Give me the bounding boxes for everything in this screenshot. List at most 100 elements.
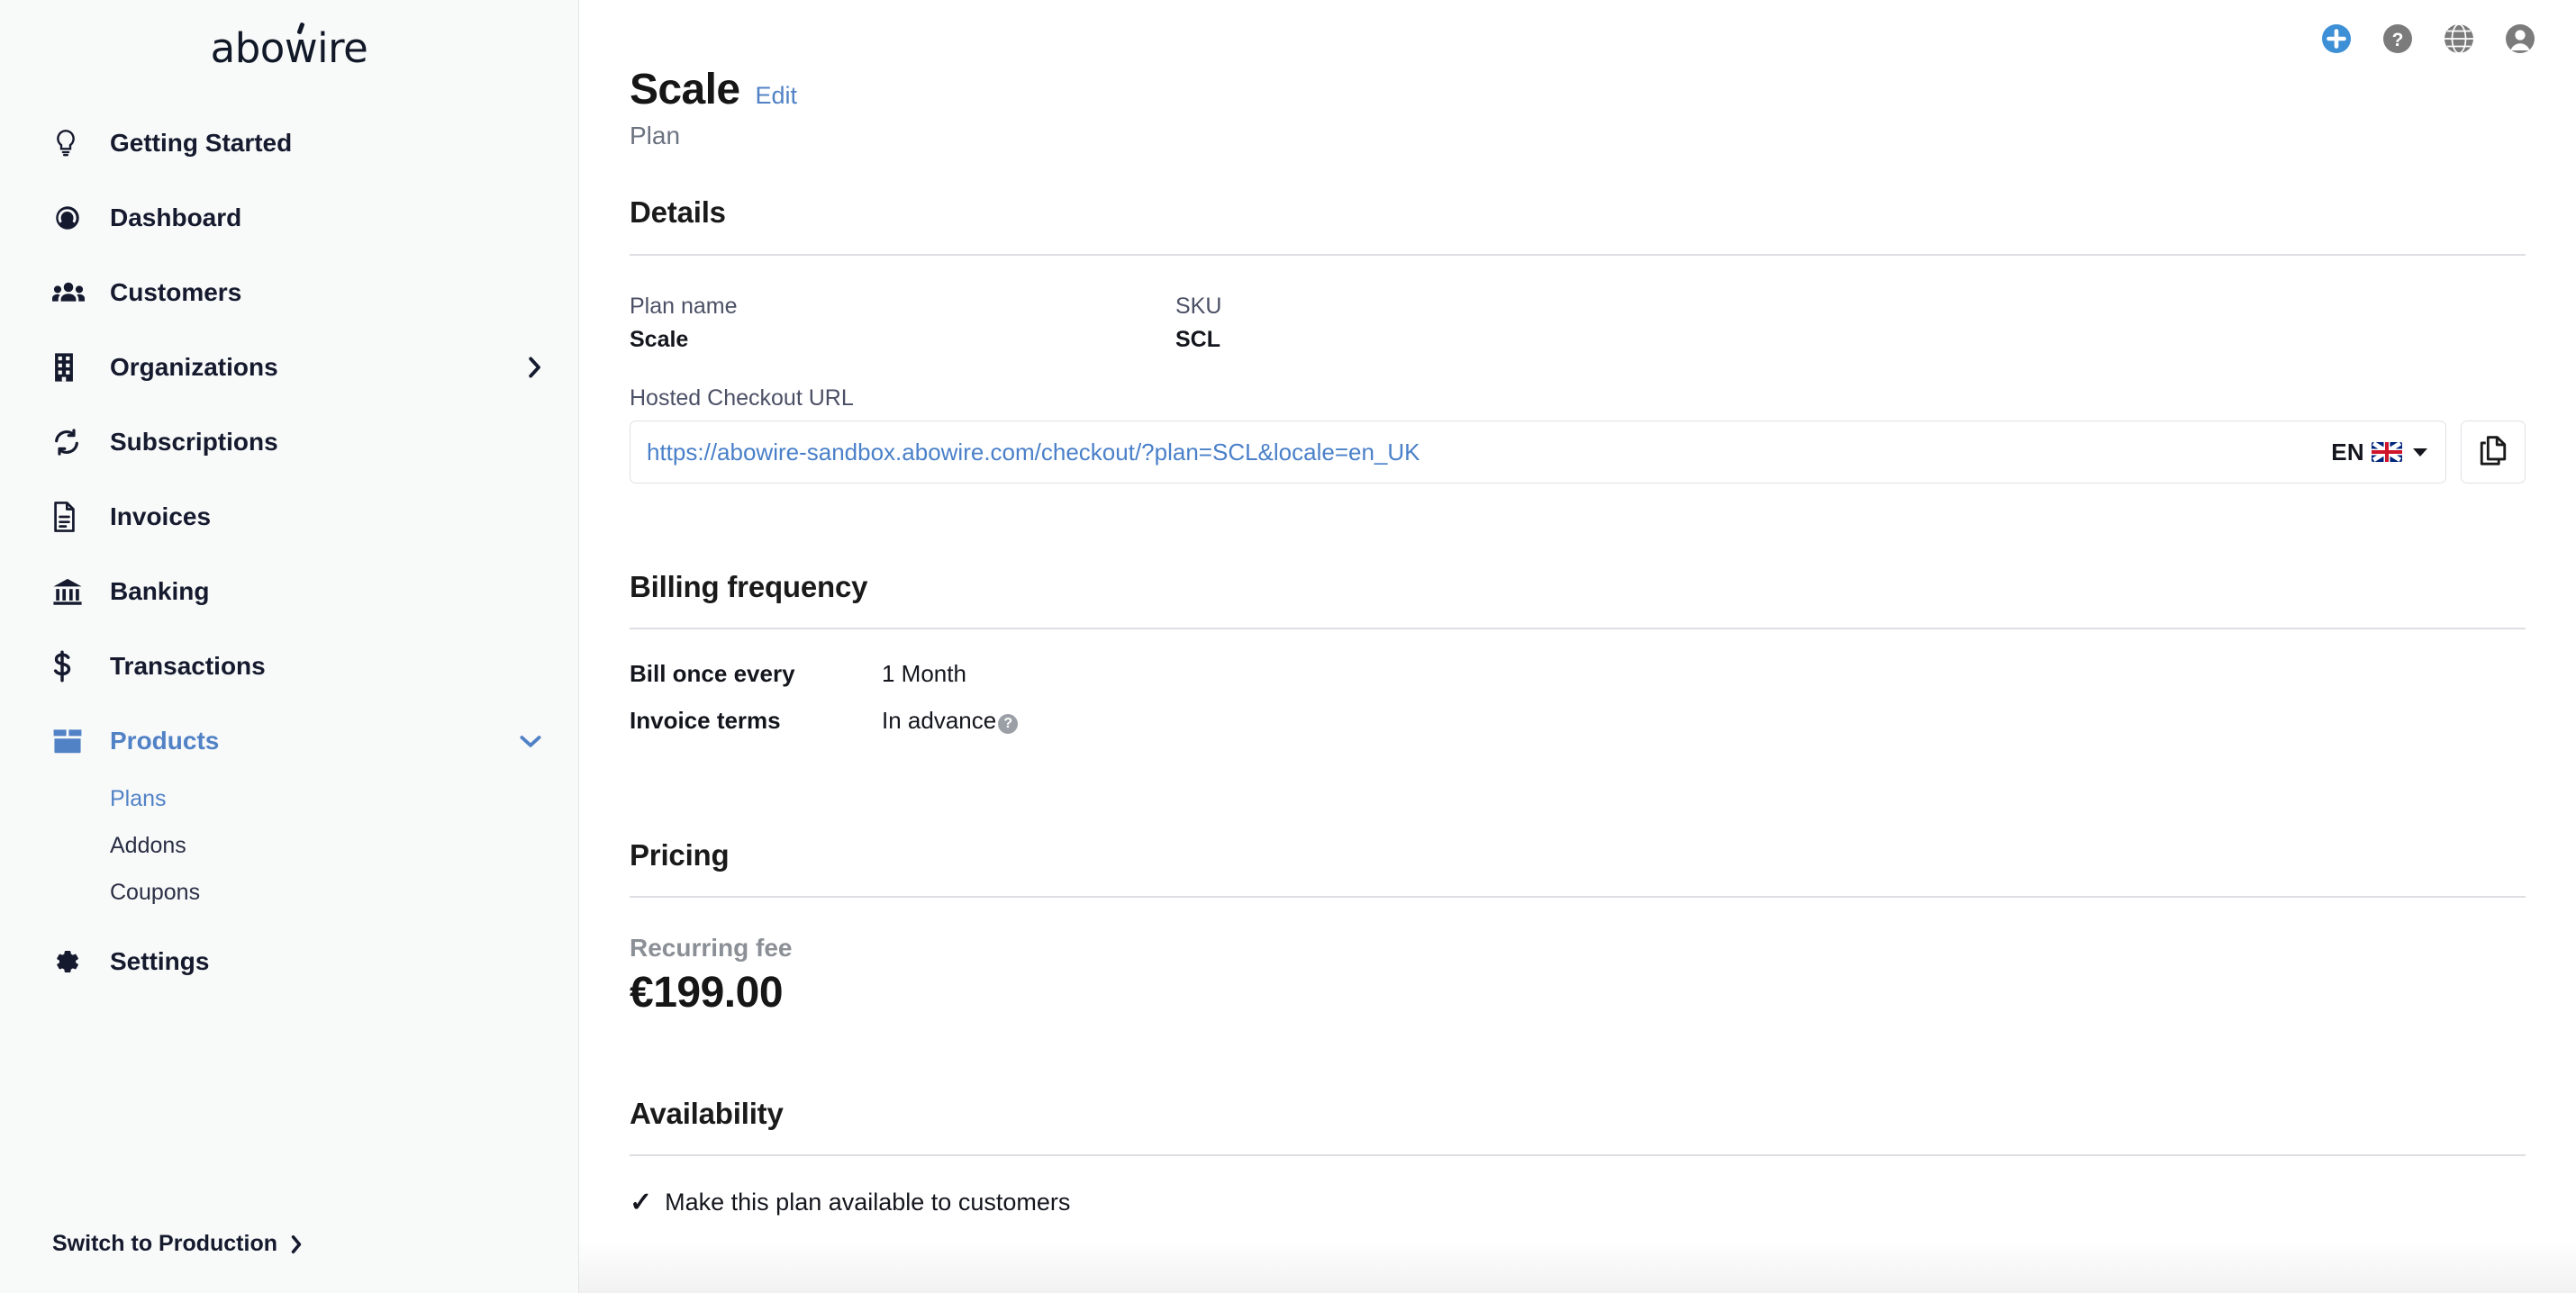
- chevron-right-icon[interactable]: [528, 356, 542, 379]
- sidebar-item-subscriptions[interactable]: Subscriptions: [0, 416, 578, 468]
- dollar-icon: [52, 650, 88, 683]
- sidebar-item-label: Settings: [110, 947, 209, 976]
- billing-frequency-heading: Billing frequency: [630, 570, 2526, 604]
- account-icon[interactable]: [2502, 21, 2538, 57]
- details-heading: Details: [630, 195, 2526, 230]
- sidebar-footer: Switch to Production: [0, 1231, 578, 1293]
- users-icon: [52, 280, 88, 305]
- availability-heading: Availability: [630, 1097, 2526, 1131]
- globe-icon[interactable]: [2441, 21, 2477, 57]
- sidebar-item-dashboard[interactable]: Dashboard: [0, 192, 578, 244]
- section-divider: [630, 254, 2526, 256]
- language-code: EN: [2331, 439, 2364, 466]
- svg-text:?: ?: [2392, 30, 2404, 50]
- details-section: Details Plan name Scale SKU SCL Hosted C…: [630, 195, 2526, 484]
- section-divider: [630, 628, 2526, 629]
- sidebar-item-label: Invoices: [110, 502, 211, 531]
- sidebar-item-coupons[interactable]: Coupons: [0, 869, 578, 916]
- sidebar-item-banking[interactable]: Banking: [0, 565, 578, 618]
- bottom-scroll-shadow: [579, 1239, 2576, 1293]
- invoice-terms-text: In advance: [882, 707, 996, 735]
- availability-section: Availability ✓ Make this plan available …: [630, 1097, 2526, 1216]
- availability-checkbox-row[interactable]: ✓ Make this plan available to customers: [630, 1189, 2526, 1216]
- plan-name-label: Plan name: [630, 294, 1175, 320]
- sidebar-item-label: Banking: [110, 577, 209, 606]
- sidebar-nav: Getting Started Dashboard: [0, 117, 578, 1231]
- chevron-down-icon: [2413, 448, 2427, 457]
- help-icon[interactable]: ?: [2380, 21, 2416, 57]
- gauge-icon: [52, 203, 88, 233]
- sidebar-item-customers[interactable]: Customers: [0, 267, 578, 319]
- sidebar-item-label: Dashboard: [110, 203, 241, 232]
- add-icon[interactable]: [2318, 21, 2354, 57]
- content-body: Scale Edit Plan Details Plan name Scale …: [579, 0, 2576, 1216]
- uk-flag-icon: [2372, 442, 2402, 462]
- page-subtitle: Plan: [630, 122, 2526, 150]
- invoice-terms-row: Invoice terms In advance ?: [630, 707, 2526, 754]
- check-icon: ✓: [630, 1189, 652, 1216]
- bank-icon: [52, 577, 88, 606]
- section-divider: [630, 1154, 2526, 1156]
- box-icon: [52, 728, 88, 754]
- brand-logo-label: abowire: [211, 24, 368, 72]
- sidebar-item-label: Products: [110, 727, 219, 755]
- sidebar-item-plans[interactable]: Plans: [0, 775, 578, 822]
- availability-checkbox-label: Make this plan available to customers: [665, 1189, 1070, 1216]
- copy-icon: [2479, 436, 2508, 469]
- sidebar-item-label: Transactions: [110, 652, 266, 681]
- building-icon: [52, 352, 88, 383]
- sku-field: SKU SCL: [1175, 294, 1221, 353]
- page-header: Scale Edit: [630, 65, 2526, 114]
- sidebar-item-products[interactable]: Products: [0, 715, 578, 767]
- plan-name-value: Scale: [630, 327, 1175, 353]
- switch-to-production-button[interactable]: Switch to Production: [52, 1231, 303, 1257]
- main-content: ?: [579, 0, 2576, 1293]
- topbar: ?: [2318, 0, 2576, 77]
- sidebar: abowire Getting Started: [0, 0, 579, 1293]
- sidebar-item-organizations[interactable]: Organizations: [0, 341, 578, 393]
- bill-once-every-value: 1 Month: [882, 660, 966, 688]
- pricing-section: Pricing Recurring fee €199.00: [630, 838, 2526, 1017]
- page-title: Scale: [630, 65, 739, 114]
- hosted-checkout-url-value[interactable]: https://abowire-sandbox.abowire.com/chec…: [647, 439, 1420, 466]
- chevron-down-icon[interactable]: [519, 734, 542, 748]
- edit-link[interactable]: Edit: [755, 82, 797, 110]
- sidebar-item-addons[interactable]: Addons: [0, 822, 578, 869]
- sidebar-item-label: Organizations: [110, 353, 278, 382]
- hosted-checkout-url-field[interactable]: https://abowire-sandbox.abowire.com/chec…: [630, 420, 2446, 484]
- language-select[interactable]: EN: [2313, 439, 2427, 466]
- plan-name-field: Plan name Scale: [630, 294, 1175, 353]
- copy-url-button[interactable]: [2461, 420, 2526, 484]
- recurring-fee-value: €199.00: [630, 968, 2526, 1017]
- bill-once-every-row: Bill once every 1 Month: [630, 660, 2526, 707]
- section-divider: [630, 896, 2526, 898]
- chevron-right-icon: [290, 1234, 303, 1254]
- brand-logo[interactable]: abowire: [0, 0, 578, 83]
- billing-rows: Bill once every 1 Month Invoice terms In…: [630, 660, 2526, 754]
- invoice-terms-label: Invoice terms: [630, 707, 882, 735]
- sidebar-subnav-products: Plans Addons Coupons: [0, 775, 578, 916]
- lightbulb-icon: [52, 128, 88, 158]
- sidebar-item-settings[interactable]: Settings: [0, 936, 578, 988]
- sidebar-item-invoices[interactable]: Invoices: [0, 491, 578, 543]
- sidebar-item-getting-started[interactable]: Getting Started: [0, 117, 578, 169]
- pricing-heading: Pricing: [630, 838, 2526, 873]
- bill-once-every-text: 1 Month: [882, 660, 966, 688]
- sidebar-subitem-label: Coupons: [110, 880, 200, 906]
- recurring-fee-label: Recurring fee: [630, 934, 2526, 963]
- sidebar-subitem-label: Addons: [110, 833, 186, 859]
- sidebar-item-label: Getting Started: [110, 129, 292, 158]
- sidebar-subitem-label: Plans: [110, 786, 167, 812]
- sidebar-item-transactions[interactable]: Transactions: [0, 640, 578, 692]
- gear-icon: [52, 947, 88, 976]
- sidebar-item-label: Subscriptions: [110, 428, 278, 457]
- bill-once-every-label: Bill once every: [630, 660, 882, 688]
- hosted-checkout-url-block: Hosted Checkout URL https://abowire-sand…: [630, 385, 2526, 484]
- brand-logo-text: abowire: [211, 24, 368, 72]
- hosted-checkout-url-row: https://abowire-sandbox.abowire.com/chec…: [630, 420, 2526, 484]
- invoice-terms-value: In advance ?: [882, 707, 1018, 735]
- help-circle-icon[interactable]: ?: [998, 714, 1018, 734]
- switch-to-production-label: Switch to Production: [52, 1231, 277, 1257]
- hosted-checkout-url-label: Hosted Checkout URL: [630, 385, 2526, 411]
- billing-frequency-section: Billing frequency Bill once every 1 Mont…: [630, 570, 2526, 754]
